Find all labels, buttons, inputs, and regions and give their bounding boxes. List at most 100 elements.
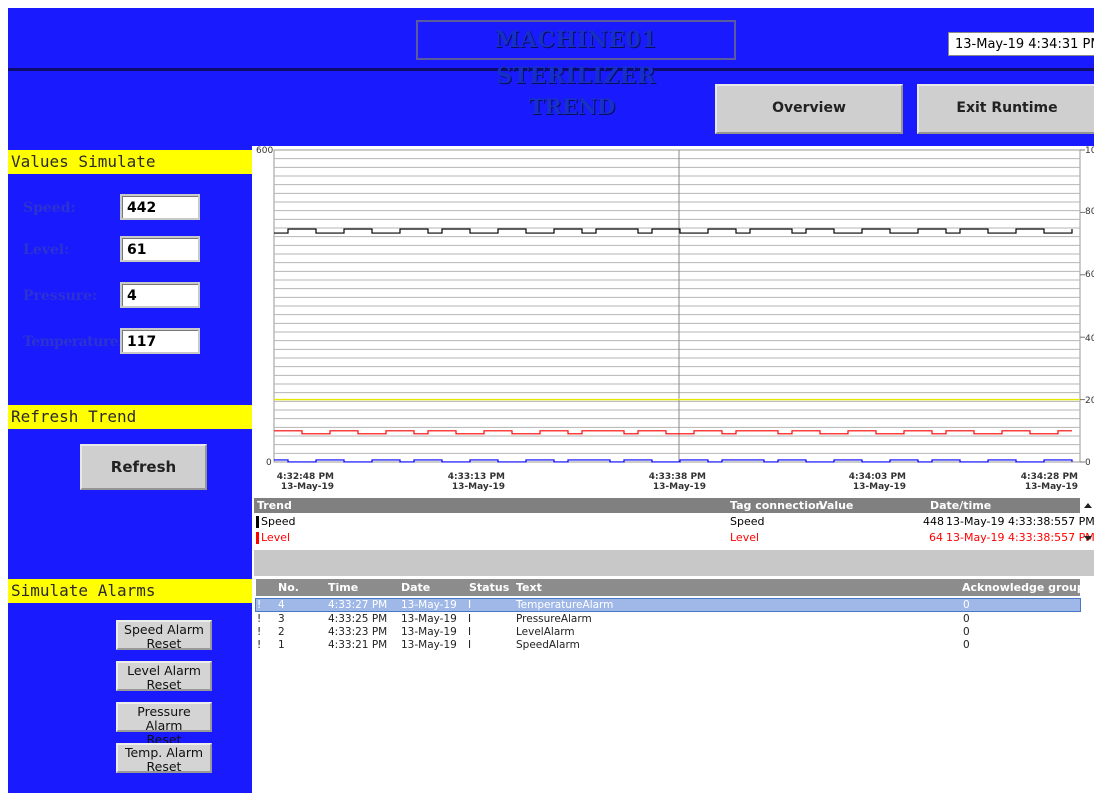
tick-time: 4:33:13 PM	[447, 472, 505, 482]
tick-time: 4:34:03 PM	[848, 472, 906, 482]
speed-label: Speed:	[23, 200, 76, 216]
button-line: Reset	[146, 759, 182, 774]
tick-date: 13-May-19	[280, 482, 334, 492]
button-line: Temp. Alarm	[124, 745, 204, 760]
alarm-status: I	[468, 599, 472, 611]
legend-row[interactable]: Level Level 64 13-May-19 4:33:38:557 PM	[254, 530, 1094, 546]
x-axis-tick-label: 4:33:38 PM 13-May-19	[626, 472, 706, 492]
speed-alarm-reset-button[interactable]: Speed Alarm Reset	[116, 620, 212, 651]
tick-time: 4:33:38 PM	[648, 472, 706, 482]
col-datetime: Date/time	[930, 499, 992, 512]
values-simulate-header: Values Simulate	[8, 150, 252, 174]
alarm-ack: 0	[963, 639, 970, 651]
alarm-date: 13-May-19	[401, 639, 457, 651]
legend-trend-name: Speed	[261, 515, 296, 528]
legend-header: Trend Tag connection Value Date/time	[254, 498, 1080, 513]
alarm-text: PressureAlarm	[516, 613, 592, 625]
legend-trend-name: Level	[261, 531, 291, 544]
alarm-status: I	[468, 626, 472, 638]
legend-value: 448	[923, 515, 944, 528]
alarm-no: 1	[278, 639, 285, 651]
alarm-table-header: No. Time Date Status Text Acknowledge gr…	[256, 579, 1085, 596]
alarm-time: 4:33:27 PM	[328, 599, 388, 611]
trend-legend-table: Trend Tag connection Value Date/time Spe…	[254, 498, 1094, 548]
button-line: Reset	[146, 677, 182, 692]
trend-view[interactable]: 600 0 100 80 60 40 20 0 4:32:48 PM13-May…	[254, 146, 1094, 498]
legend-tag: Speed	[730, 515, 765, 528]
level-field[interactable]: 61	[120, 236, 200, 262]
simulate-alarms-header: Simulate Alarms	[8, 579, 252, 603]
alarm-flag: !	[257, 613, 262, 625]
tick-date: 13-May-19	[1024, 482, 1078, 492]
col-acknowledge-group: Acknowledge group	[962, 581, 1085, 594]
right-axis-label: 60	[1085, 270, 1094, 280]
pressure-label: Pressure:	[23, 288, 98, 304]
col-text: Text	[516, 581, 542, 594]
alarm-time: 4:33:23 PM	[328, 626, 388, 638]
legend-tag: Level	[730, 531, 760, 544]
legend-value: 64	[929, 531, 943, 544]
alarm-row[interactable]: ! 3 4:33:25 PM 13-May-19 I PressureAlarm…	[256, 613, 1080, 625]
legend-datetime: 13-May-19 4:33:38:557 PM	[946, 531, 1094, 544]
temperature-label: Temperature:	[23, 334, 123, 350]
right-axis-label: 0	[1085, 458, 1091, 468]
legend-row[interactable]: Speed Speed 448 13-May-19 4:33:38:557 PM	[254, 514, 1094, 530]
left-axis-min-label: 0	[266, 458, 272, 468]
right-axis-label: 20	[1085, 396, 1094, 406]
tick-date: 13-May-19	[852, 482, 906, 492]
alarm-ack: 0	[963, 599, 970, 611]
overview-button[interactable]: Overview	[715, 84, 903, 134]
trend-chart	[273, 149, 1085, 463]
alarm-row[interactable]: ! 2 4:33:23 PM 13-May-19 I LevelAlarm 0	[256, 626, 1080, 638]
separator-bar	[254, 550, 1094, 576]
level-alarm-reset-button[interactable]: Level Alarm Reset	[116, 661, 212, 692]
series-color-swatch	[256, 516, 259, 528]
refresh-button[interactable]: Refresh	[80, 444, 207, 490]
left-axis-max-label: 600	[256, 146, 274, 156]
alarm-row[interactable]: ! 4 4:33:27 PM 13-May-19 I TemperatureAl…	[255, 598, 1081, 612]
alarm-status: I	[468, 613, 472, 625]
alarm-flag: !	[257, 599, 262, 611]
button-line: Pressure Alarm	[137, 704, 191, 733]
temperature-field[interactable]: 117	[120, 328, 200, 354]
speed-field[interactable]: 442	[120, 194, 200, 220]
alarm-flag: !	[257, 639, 262, 651]
pressure-alarm-reset-button[interactable]: Pressure Alarm Reset	[116, 702, 212, 747]
col-value: Value	[819, 499, 854, 512]
temp-alarm-reset-button[interactable]: Temp. Alarm Reset	[116, 743, 212, 774]
col-trend: Trend	[257, 499, 292, 512]
alarm-flag: !	[257, 626, 262, 638]
app-title: MACHINE01 STERILIZER	[416, 20, 736, 89]
alarm-time: 4:33:21 PM	[328, 639, 388, 651]
col-time: Time	[328, 581, 359, 594]
alarm-date: 13-May-19	[401, 599, 457, 611]
level-label: Level:	[23, 242, 70, 258]
tick-time: 4:34:28 PM	[1020, 472, 1078, 482]
x-axis-tick-label: 4:32:48 PM 13-May-19	[254, 472, 334, 492]
alarm-no: 3	[278, 613, 285, 625]
alarm-time: 4:33:25 PM	[328, 613, 388, 625]
alarm-ack: 0	[963, 613, 970, 625]
x-axis-tick-label: 4:33:13 PM 13-May-19	[425, 472, 505, 492]
col-status: Status	[469, 581, 510, 594]
legend-datetime: 13-May-19 4:33:38:557 PM	[946, 515, 1094, 528]
col-tag-connection: Tag connection	[730, 499, 824, 512]
button-line: Level Alarm	[127, 663, 201, 678]
refresh-trend-header: Refresh Trend	[8, 405, 252, 429]
alarm-date: 13-May-19	[401, 626, 457, 638]
tick-date: 13-May-19	[652, 482, 706, 492]
screen-title: TREND	[528, 94, 616, 119]
exit-runtime-button[interactable]: Exit Runtime	[917, 84, 1094, 134]
tick-time: 4:32:48 PM	[276, 472, 334, 482]
x-axis-tick-label: 4:34:28 PM 13-May-19	[998, 472, 1078, 492]
alarm-row[interactable]: ! 1 4:33:21 PM 13-May-19 I SpeedAlarm 0	[256, 639, 1080, 651]
col-no: No.	[278, 581, 299, 594]
scroll-up-icon[interactable]	[1084, 503, 1092, 508]
pressure-field[interactable]: 4	[120, 282, 200, 308]
alarm-text: SpeedAlarm	[516, 639, 580, 651]
alarm-view[interactable]: No. Time Date Status Text Acknowledge gr…	[254, 578, 1094, 793]
tick-date: 13-May-19	[451, 482, 505, 492]
scroll-down-icon[interactable]	[1084, 536, 1092, 541]
alarm-ack: 0	[963, 626, 970, 638]
legend-scrollbar[interactable]	[1082, 498, 1094, 548]
